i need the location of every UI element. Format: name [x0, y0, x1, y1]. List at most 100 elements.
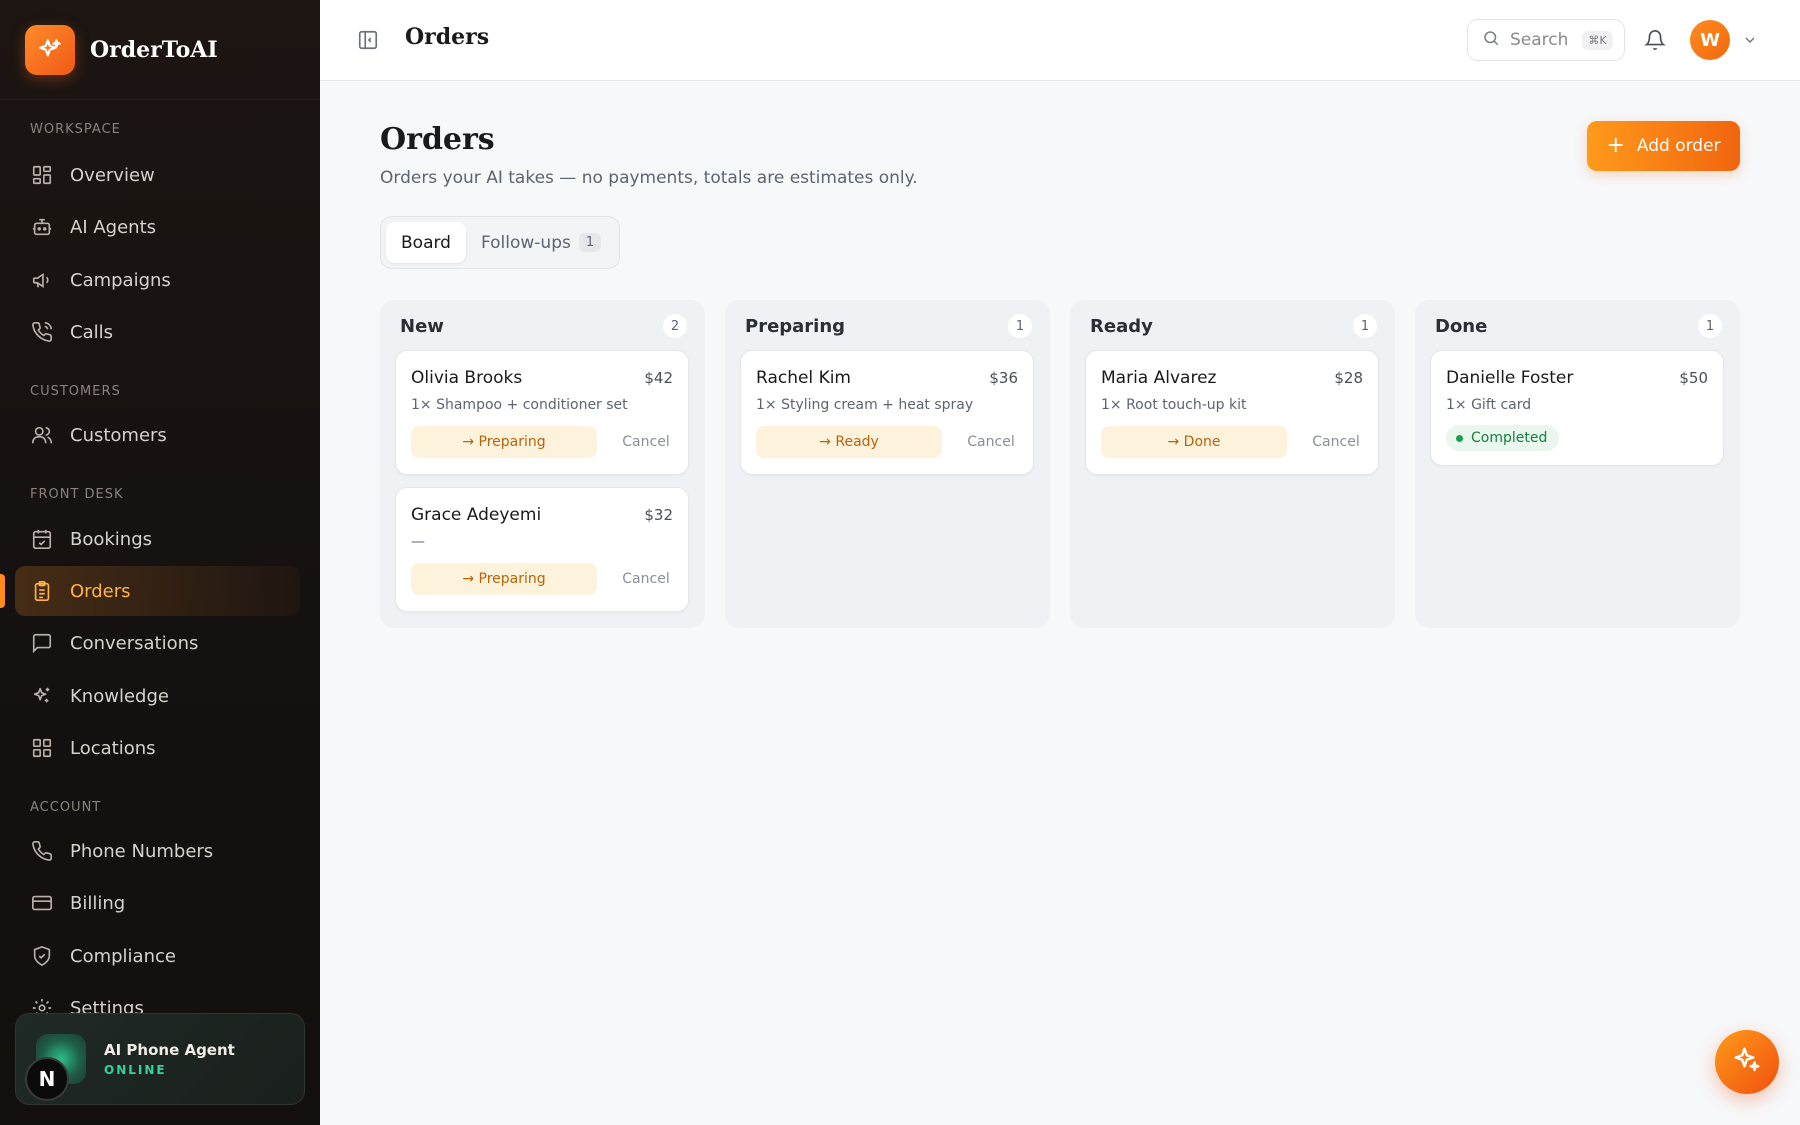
n-badge[interactable]: N — [25, 1057, 69, 1101]
sidebar-item-label: Conversations — [70, 632, 199, 654]
order-total: $32 — [644, 506, 673, 524]
phone-call-icon — [30, 320, 54, 344]
sidebar-item-ai-agents[interactable]: AI Agents — [15, 202, 300, 252]
users-icon — [30, 423, 54, 447]
sparkles-icon — [25, 24, 75, 75]
add-order-button[interactable]: + Add order — [1587, 121, 1740, 171]
section-label-workspace: WORKSPACE — [30, 122, 121, 137]
sidebar-item-locations[interactable]: Locations — [15, 723, 300, 773]
sidebar-item-phone-numbers[interactable]: Phone Numbers — [15, 826, 300, 876]
column-title: Preparing — [745, 316, 846, 337]
sidebar-item-label: Locations — [70, 737, 156, 759]
order-card[interactable]: Olivia Brooks $42 1× Shampoo + condition… — [395, 350, 689, 475]
sidebar-item-calls[interactable]: Calls — [15, 307, 300, 357]
tab-label: Board — [401, 232, 451, 253]
tab-count-badge: 1 — [578, 233, 602, 252]
sidebar-item-compliance[interactable]: Compliance — [15, 931, 300, 981]
order-card[interactable]: Maria Alvarez $28 1× Root touch-up kit →… — [1085, 350, 1379, 475]
cancel-button[interactable]: Cancel — [961, 426, 1021, 458]
sidebar: OrderToAI WORKSPACE Overview AI Agents C… — [0, 0, 320, 1125]
message-square-icon — [30, 631, 54, 655]
sidebar-item-label: Overview — [70, 164, 155, 186]
order-card[interactable]: Danielle Foster $50 1× Gift card Complet… — [1430, 350, 1724, 466]
column-title: Ready — [1090, 316, 1153, 337]
brand-name: OrderToAI — [90, 36, 218, 63]
agent-name: AI Phone Agent — [104, 1041, 235, 1059]
column-title: Done — [1435, 316, 1488, 337]
sidebar-item-label: Billing — [70, 892, 126, 914]
sidebar-item-label: Phone Numbers — [70, 840, 214, 862]
order-total: $36 — [989, 369, 1018, 387]
order-items: 1× Styling cream + heat spray — [756, 397, 974, 413]
cancel-button[interactable]: Cancel — [1306, 426, 1366, 458]
active-indicator — [0, 574, 5, 608]
header-title: Orders — [405, 24, 490, 50]
move-to-done-button[interactable]: → Done — [1101, 426, 1287, 458]
sidebar-item-label: Bookings — [70, 528, 153, 550]
search-icon — [1482, 29, 1500, 52]
column-new: New 2 Olivia Brooks $42 1× Shampoo + con… — [380, 300, 705, 628]
column-count: 1 — [1698, 314, 1722, 338]
sidebar-item-orders[interactable]: Orders — [15, 566, 300, 616]
order-total: $42 — [644, 369, 673, 387]
chevron-down-icon[interactable] — [1742, 32, 1758, 48]
sidebar-item-bookings[interactable]: Bookings — [15, 514, 300, 564]
sidebar-item-conversations[interactable]: Conversations — [15, 618, 300, 668]
page-title: Orders — [380, 122, 495, 157]
grid-icon — [30, 736, 54, 760]
avatar[interactable]: W — [1690, 20, 1730, 60]
order-card[interactable]: Rachel Kim $36 1× Styling cream + heat s… — [740, 350, 1034, 475]
view-tabs: Board Follow-ups 1 — [380, 216, 620, 269]
column-done: Done 1 Danielle Foster $50 1× Gift card … — [1415, 300, 1740, 628]
column-count: 1 — [1008, 314, 1032, 338]
customer-name: Maria Alvarez — [1101, 368, 1217, 388]
sidebar-item-label: Campaigns — [70, 269, 171, 291]
move-to-preparing-button[interactable]: → Preparing — [411, 426, 597, 458]
search-input[interactable]: Search ⌘K — [1467, 19, 1625, 61]
phone-icon — [30, 839, 54, 863]
sparkles-icon — [30, 684, 54, 708]
order-items: 1× Gift card — [1446, 397, 1532, 413]
tab-board[interactable]: Board — [386, 222, 466, 263]
calendar-check-icon — [30, 527, 54, 551]
tab-follow-ups[interactable]: Follow-ups 1 — [466, 222, 616, 263]
shield-check-icon — [30, 944, 54, 968]
cancel-button[interactable]: Cancel — [616, 563, 676, 595]
sidebar-item-label: Orders — [70, 580, 131, 602]
section-label-customers: CUSTOMERS — [30, 384, 121, 399]
sidebar-item-customers[interactable]: Customers — [15, 410, 300, 460]
customer-name: Grace Adeyemi — [411, 505, 542, 525]
sparkles-icon — [1732, 1045, 1762, 1079]
status-badge: Completed — [1446, 425, 1560, 451]
agent-status: ONLINE — [104, 1063, 167, 1077]
sidebar-item-overview[interactable]: Overview — [15, 150, 300, 200]
status-label: Completed — [1471, 430, 1548, 446]
sidebar-item-campaigns[interactable]: Campaigns — [15, 255, 300, 305]
cancel-button[interactable]: Cancel — [616, 426, 676, 458]
ai-assistant-button[interactable] — [1715, 1030, 1779, 1094]
move-to-preparing-button[interactable]: → Preparing — [411, 563, 597, 595]
sidebar-item-label: Calls — [70, 321, 113, 343]
column-count: 2 — [663, 314, 687, 338]
column-title: New — [400, 316, 444, 337]
move-to-ready-button[interactable]: → Ready — [756, 426, 942, 458]
sidebar-item-knowledge[interactable]: Knowledge — [15, 671, 300, 721]
sidebar-toggle-icon[interactable] — [356, 28, 380, 52]
top-header: Orders Search ⌘K W — [320, 0, 1800, 81]
column-count: 1 — [1353, 314, 1377, 338]
column-preparing: Preparing 1 Rachel Kim $36 1× Styling cr… — [725, 300, 1050, 628]
clipboard-list-icon — [30, 579, 54, 603]
search-placeholder: Search — [1510, 30, 1569, 50]
section-label-front-desk: FRONT DESK — [30, 487, 124, 502]
credit-card-icon — [30, 891, 54, 915]
plus-icon: + — [1606, 133, 1625, 158]
customer-name: Danielle Foster — [1446, 368, 1574, 388]
order-items: 1× Root touch-up kit — [1101, 397, 1247, 413]
column-ready: Ready 1 Maria Alvarez $28 1× Root touch-… — [1070, 300, 1395, 628]
brand[interactable]: OrderToAI — [0, 0, 320, 100]
sidebar-item-label: Knowledge — [70, 685, 169, 707]
order-card[interactable]: Grace Adeyemi $32 — → Preparing Cancel — [395, 487, 689, 612]
search-shortcut: ⌘K — [1582, 30, 1613, 50]
sidebar-item-billing[interactable]: Billing — [15, 878, 300, 928]
bell-icon[interactable] — [1642, 27, 1668, 53]
